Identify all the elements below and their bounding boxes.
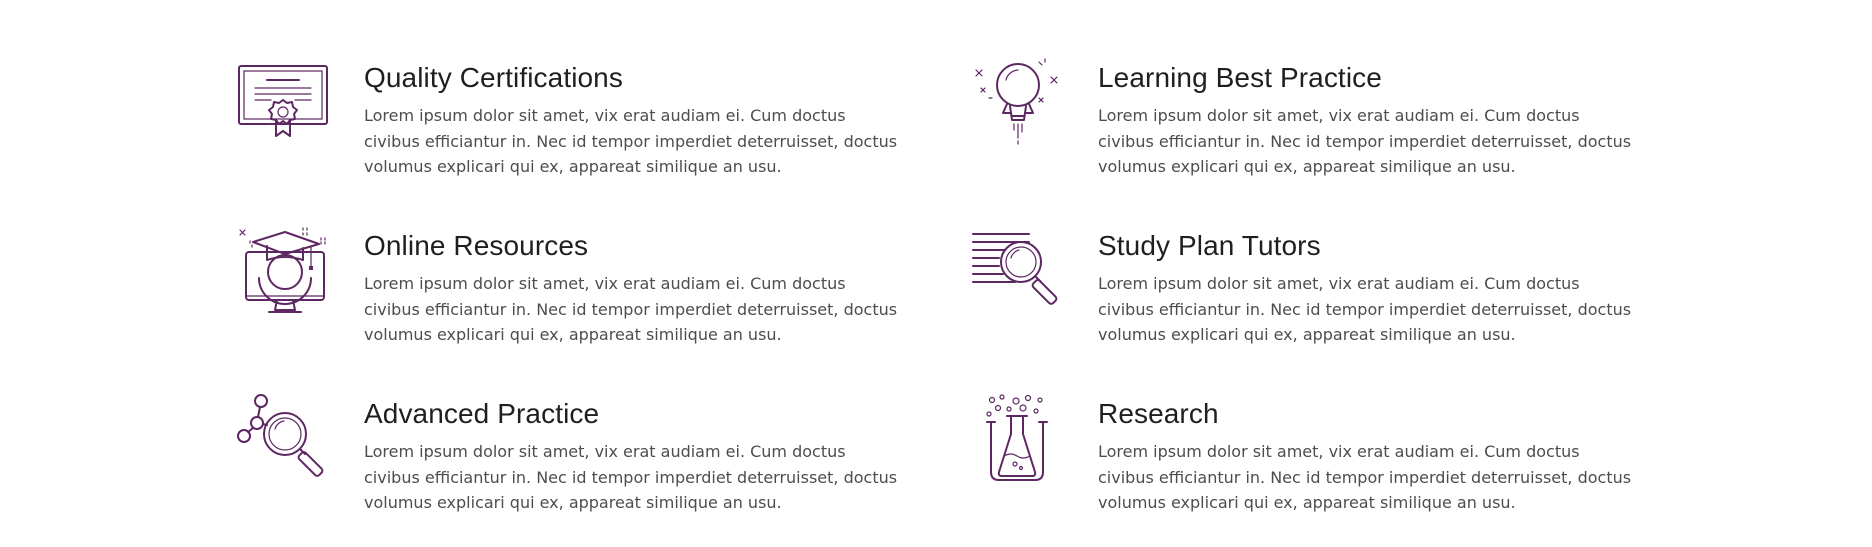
feature-description: Lorem ipsum dolor sit amet, vix erat aud…	[364, 106, 898, 176]
feature-title: Study Plan Tutors	[1098, 230, 1321, 261]
feature-title: Quality Certifications	[364, 62, 623, 93]
feature-description: Lorem ipsum dolor sit amet, vix erat aud…	[1098, 442, 1632, 512]
feature-description: Lorem ipsum dolor sit amet, vix erat aud…	[364, 442, 898, 512]
document-magnifier-icon	[971, 226, 1067, 322]
features-section: Quality Certifications Lorem ipsum dolor…	[0, 0, 1872, 547]
feature-description: Lorem ipsum dolor sit amet, vix erat aud…	[1098, 106, 1632, 176]
feature-description: Lorem ipsum dolor sit amet, vix erat aud…	[1098, 274, 1632, 344]
rocket-bulb-icon	[971, 58, 1067, 154]
feature-title: Advanced Practice	[364, 398, 600, 429]
feature-description: Lorem ipsum dolor sit amet, vix erat aud…	[364, 274, 898, 344]
flask-icon	[971, 394, 1067, 490]
feature-title: Research	[1098, 398, 1219, 429]
molecule-magnifier-icon	[237, 394, 333, 490]
feature-title: Online Resources	[364, 230, 589, 261]
graduation-monitor-icon	[237, 226, 333, 322]
feature-title: Learning Best Practice	[1098, 62, 1382, 93]
certificate-icon	[237, 58, 333, 154]
